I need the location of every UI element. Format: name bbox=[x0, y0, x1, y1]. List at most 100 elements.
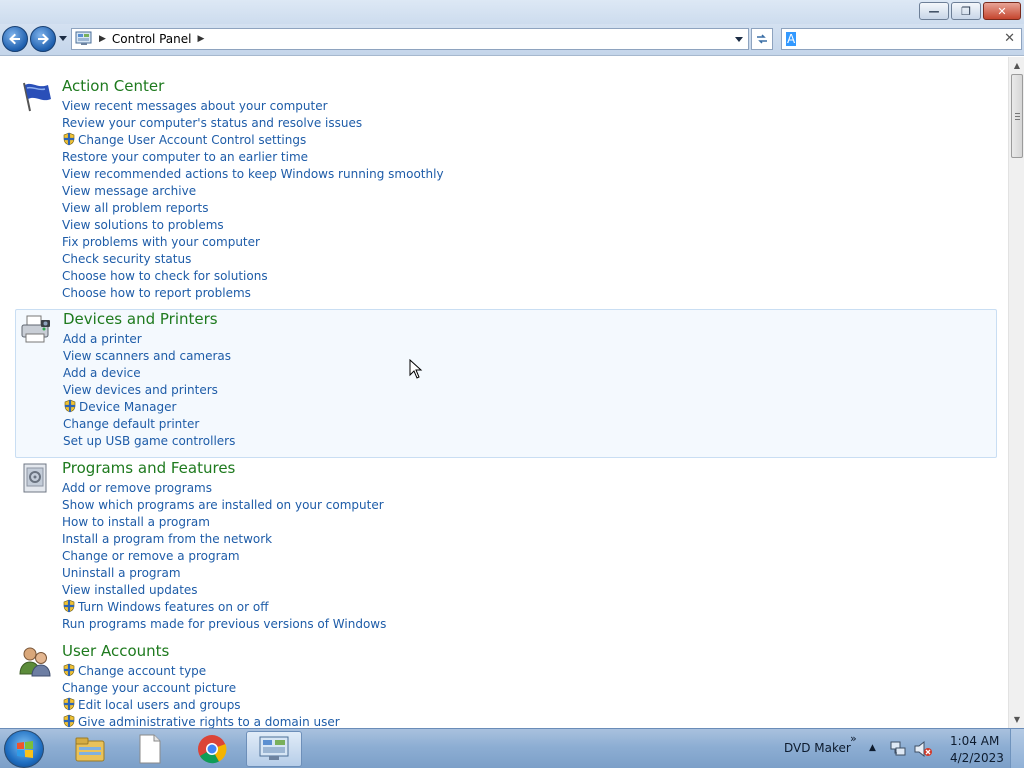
link-fix-problems[interactable]: Fix problems with your computer bbox=[62, 234, 444, 251]
user-accounts-icon bbox=[19, 647, 51, 677]
link-view-problem-reports[interactable]: View all problem reports bbox=[62, 200, 444, 217]
taskbar: DVD Maker » ▲ 1:04 AM 4/2/2023 bbox=[0, 728, 1024, 768]
category-title[interactable]: Action Center bbox=[62, 77, 164, 95]
forward-button[interactable] bbox=[30, 26, 56, 52]
search-input-value: A bbox=[786, 32, 797, 46]
control-panel-content: Action Center View recent messages about… bbox=[0, 57, 1008, 728]
link-change-default-printer[interactable]: Change default printer bbox=[63, 416, 235, 433]
link-review-status[interactable]: Review your computer's status and resolv… bbox=[62, 115, 444, 132]
tray-expand-icon[interactable]: ▲ bbox=[869, 743, 876, 753]
link-label: Change account type bbox=[78, 664, 207, 678]
link-give-admin-rights[interactable]: Give administrative rights to a domain u… bbox=[62, 714, 340, 728]
windows-explorer-icon bbox=[75, 737, 105, 762]
link-run-older-programs[interactable]: Run programs made for previous versions … bbox=[62, 616, 386, 633]
address-box[interactable]: ▶ Control Panel ▶ bbox=[71, 28, 749, 50]
link-change-remove-program[interactable]: Change or remove a program bbox=[62, 548, 386, 565]
volume-muted-icon[interactable] bbox=[913, 740, 933, 758]
category-links: View recent messages about your computer… bbox=[62, 98, 444, 302]
address-dropdown-icon[interactable] bbox=[734, 34, 744, 44]
category-links: Add a printer View scanners and cameras … bbox=[63, 331, 235, 450]
recent-pages-dropdown[interactable] bbox=[58, 34, 68, 44]
link-change-account-picture[interactable]: Change your account picture bbox=[62, 680, 340, 697]
link-restore-computer[interactable]: Restore your computer to an earlier time bbox=[62, 149, 444, 166]
uac-shield-icon bbox=[63, 697, 75, 711]
forward-arrow-icon bbox=[38, 33, 49, 45]
mouse-cursor-icon bbox=[409, 359, 423, 379]
link-label: Give administrative rights to a domain u… bbox=[78, 715, 340, 728]
breadcrumb-arrow-icon[interactable]: ▶ bbox=[99, 34, 106, 44]
back-button[interactable] bbox=[2, 26, 28, 52]
refresh-button[interactable] bbox=[751, 28, 773, 50]
restore-button[interactable]: ❐ bbox=[951, 2, 981, 20]
link-how-to-install[interactable]: How to install a program bbox=[62, 514, 386, 531]
link-label: Device Manager bbox=[79, 400, 177, 414]
search-input[interactable] bbox=[786, 30, 996, 48]
taskbar-explorer[interactable] bbox=[62, 731, 118, 767]
scroll-up-icon[interactable]: ▲ bbox=[1009, 59, 1024, 73]
link-add-device[interactable]: Add a device bbox=[63, 365, 235, 382]
taskbar-document[interactable] bbox=[122, 731, 178, 767]
action-center-flag-icon bbox=[23, 82, 51, 112]
network-icon[interactable] bbox=[889, 740, 907, 758]
tray-dvd-maker-label[interactable]: DVD Maker bbox=[784, 741, 851, 755]
link-install-from-network[interactable]: Install a program from the network bbox=[62, 531, 386, 548]
link-choose-report-problems[interactable]: Choose how to report problems bbox=[62, 285, 444, 302]
category-title[interactable]: Devices and Printers bbox=[63, 310, 218, 328]
link-view-devices-printers[interactable]: View devices and printers bbox=[63, 382, 235, 399]
link-setup-usb-controllers[interactable]: Set up USB game controllers bbox=[63, 433, 235, 450]
show-desktop-button[interactable] bbox=[1010, 729, 1024, 768]
link-windows-features[interactable]: Turn Windows features on or off bbox=[62, 599, 386, 616]
uac-shield-icon bbox=[63, 663, 75, 677]
start-button[interactable] bbox=[4, 730, 44, 768]
link-view-message-archive[interactable]: View message archive bbox=[62, 183, 444, 200]
category-programs-and-features: Programs and Features Add or remove prog… bbox=[15, 459, 997, 639]
link-edit-local-users[interactable]: Edit local users and groups bbox=[62, 697, 340, 714]
close-button[interactable]: ✕ bbox=[983, 2, 1021, 20]
breadcrumb-control-panel[interactable]: Control Panel bbox=[112, 32, 192, 46]
link-view-recent-messages[interactable]: View recent messages about your computer bbox=[62, 98, 444, 115]
printer-icon bbox=[21, 315, 50, 343]
clear-search-icon[interactable]: ✕ bbox=[1004, 31, 1015, 46]
minimize-button[interactable]: — bbox=[919, 2, 949, 20]
vertical-scrollbar[interactable]: ▲ ▼ bbox=[1008, 57, 1024, 728]
uac-shield-icon bbox=[64, 399, 76, 413]
clock-date[interactable]: 4/2/2023 bbox=[950, 751, 1004, 765]
link-check-security-status[interactable]: Check security status bbox=[62, 251, 444, 268]
chevron-down-icon bbox=[59, 36, 67, 41]
control-panel-icon bbox=[75, 31, 92, 45]
link-change-account-type[interactable]: Change account type bbox=[62, 663, 340, 680]
uac-shield-icon bbox=[63, 714, 75, 728]
category-title[interactable]: Programs and Features bbox=[62, 459, 235, 477]
breadcrumb-arrow-icon[interactable]: ▶ bbox=[198, 34, 205, 44]
taskbar-chrome[interactable] bbox=[184, 731, 240, 767]
link-uninstall-program[interactable]: Uninstall a program bbox=[62, 565, 386, 582]
link-add-remove-programs[interactable]: Add or remove programs bbox=[62, 480, 386, 497]
link-view-solutions[interactable]: View solutions to problems bbox=[62, 217, 444, 234]
show-hidden-icons-icon[interactable]: » bbox=[850, 732, 857, 745]
refresh-icon bbox=[757, 34, 767, 44]
search-box[interactable]: A ✕ bbox=[781, 28, 1022, 50]
link-change-uac[interactable]: Change User Account Control settings bbox=[62, 132, 444, 149]
window-controls: — ❐ ✕ bbox=[917, 2, 1021, 20]
title-bar: — ❐ ✕ bbox=[0, 0, 1024, 24]
category-links: Add or remove programs Show which progra… bbox=[62, 480, 386, 633]
chrome-icon bbox=[198, 735, 227, 764]
link-label: Change User Account Control settings bbox=[78, 133, 307, 147]
link-choose-check-solutions[interactable]: Choose how to check for solutions bbox=[62, 268, 444, 285]
scroll-thumb[interactable] bbox=[1011, 74, 1023, 158]
category-links: Change account type Change your account … bbox=[62, 663, 340, 728]
blank-document-icon bbox=[139, 734, 161, 764]
category-user-accounts: User Accounts Change account type Change… bbox=[15, 642, 997, 728]
uac-shield-icon bbox=[63, 132, 75, 146]
link-add-printer[interactable]: Add a printer bbox=[63, 331, 235, 348]
scroll-down-icon[interactable]: ▼ bbox=[1009, 713, 1024, 727]
link-device-manager[interactable]: Device Manager bbox=[63, 399, 235, 416]
clock-time[interactable]: 1:04 AM bbox=[950, 734, 999, 748]
category-title[interactable]: User Accounts bbox=[62, 642, 169, 660]
link-view-installed-updates[interactable]: View installed updates bbox=[62, 582, 386, 599]
taskbar-control-panel[interactable] bbox=[246, 731, 302, 767]
link-show-installed-programs[interactable]: Show which programs are installed on you… bbox=[62, 497, 386, 514]
link-view-scanners-cameras[interactable]: View scanners and cameras bbox=[63, 348, 235, 365]
link-view-recommended-actions[interactable]: View recommended actions to keep Windows… bbox=[62, 166, 444, 183]
category-devices-and-printers: Devices and Printers Add a printer View … bbox=[15, 309, 997, 458]
